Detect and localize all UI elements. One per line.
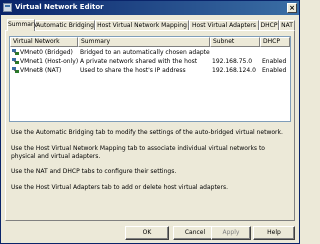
network-subnet: 192.168.75.0 <box>212 58 253 65</box>
tab-host-virtual-network-mapping[interactable]: Host Virtual Network Mapping <box>95 20 189 30</box>
network-name: VMnet1 (Host-only) <box>20 58 78 65</box>
column-summary[interactable]: Summary <box>78 37 210 47</box>
network-editor-icon <box>3 3 12 12</box>
table-row[interactable]: VMnet8 (NAT) Used to share the host's IP… <box>10 66 290 75</box>
tab-nat[interactable]: NAT <box>279 20 295 30</box>
network-summary: Used to share the host's IP address <box>80 67 186 74</box>
tab-summary[interactable]: Summary <box>7 19 37 31</box>
network-dhcp: Enabled <box>262 67 287 74</box>
table-row[interactable]: VMnet0 (Bridged) Bridged to an automatic… <box>10 48 290 57</box>
list-header: Virtual Network Summary Subnet DHCP <box>10 37 290 47</box>
network-adapter-icon <box>12 67 19 73</box>
help-text-bridging: Use the Automatic Bridging tab to modify… <box>11 129 283 136</box>
title-bar[interactable]: Virtual Network Editor × <box>1 1 299 15</box>
help-text-adapters: Use the Host Virtual Adapters tab to add… <box>11 184 228 191</box>
tab-host-virtual-adapters[interactable]: Host Virtual Adapters <box>189 20 259 30</box>
help-text-mapping: Use the Host Virtual Network Mapping tab… <box>11 145 265 152</box>
window-title: Virtual Network Editor <box>15 3 104 11</box>
column-virtual-network[interactable]: Virtual Network <box>10 37 78 47</box>
network-name: VMnet8 (NAT) <box>20 67 62 74</box>
network-dhcp: Enabled <box>262 58 287 65</box>
help-text-nat-dhcp: Use the NAT and DHCP tabs to configure t… <box>11 168 177 175</box>
network-subnet: 192.168.124.0 <box>212 67 256 74</box>
close-button[interactable]: × <box>287 3 297 13</box>
ok-button[interactable]: OK <box>125 226 169 240</box>
close-icon: × <box>289 4 295 12</box>
apply-button[interactable]: Apply <box>211 226 251 240</box>
network-name: VMnet0 (Bridged) <box>20 49 73 56</box>
help-button[interactable]: Help <box>253 226 295 240</box>
help-text-mapping-cont: physical and virtual adapters. <box>11 153 101 160</box>
network-summary: Bridged to an automatically chosen adapt… <box>80 49 210 56</box>
column-dhcp[interactable]: DHCP <box>260 37 290 47</box>
tab-automatic-bridging[interactable]: Automatic Bridging <box>35 20 95 30</box>
network-adapter-icon <box>12 49 19 55</box>
tab-dhcp[interactable]: DHCP <box>259 20 279 30</box>
network-adapter-icon <box>12 58 19 64</box>
network-summary: A private network shared with the host <box>80 58 198 65</box>
virtual-network-editor-window: Virtual Network Editor × Summary Automat… <box>0 0 300 244</box>
virtual-network-list[interactable]: Virtual Network Summary Subnet DHCP VMne… <box>9 36 291 122</box>
column-subnet[interactable]: Subnet <box>210 37 260 47</box>
table-row[interactable]: VMnet1 (Host-only) A private network sha… <box>10 57 290 66</box>
